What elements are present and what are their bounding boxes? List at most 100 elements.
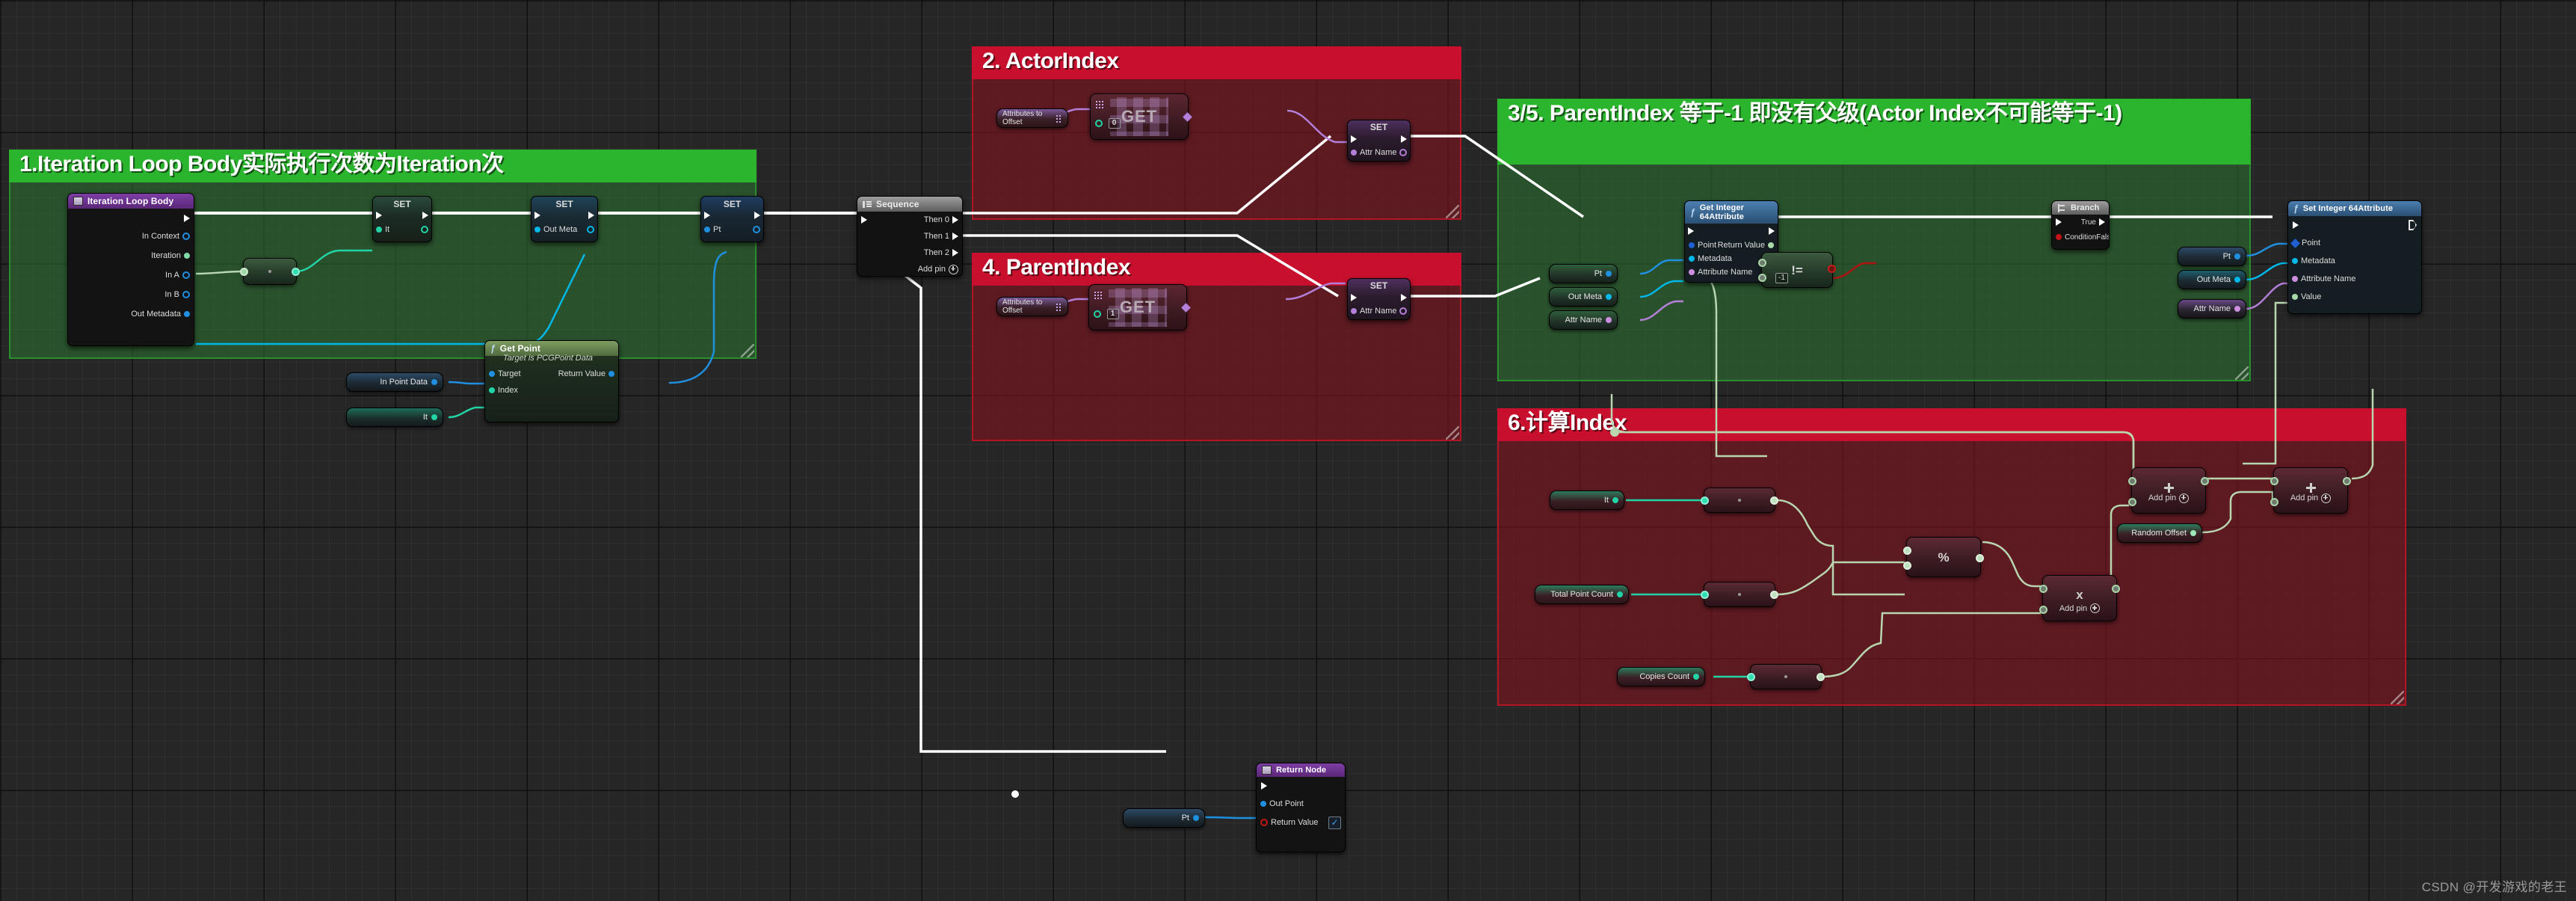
metadata-pin[interactable] bbox=[1689, 256, 1695, 262]
exec-out-pin[interactable] bbox=[1401, 135, 1407, 143]
node-set-pt[interactable]: SET Pt bbox=[700, 196, 764, 242]
then0-pin[interactable] bbox=[952, 216, 958, 224]
var-total-point-count[interactable]: Total Point Count bbox=[1535, 585, 1629, 604]
add-pin-icon[interactable] bbox=[949, 264, 958, 274]
node-iteration-loop-body[interactable]: Iteration Loop Body In Context Iteration… bbox=[67, 193, 194, 346]
output-pin[interactable] bbox=[1693, 674, 1699, 680]
array-pin-icon[interactable] bbox=[1056, 302, 1062, 311]
var-in-point-data[interactable]: In Point Data bbox=[346, 372, 443, 392]
node-set-attr-name-parentindex[interactable]: SET Attr Name bbox=[1347, 278, 1411, 320]
node-multiply-x[interactable]: x Add pin bbox=[2039, 575, 2120, 621]
exec-out-pin[interactable] bbox=[1769, 227, 1775, 235]
output-pin[interactable] bbox=[1606, 294, 1612, 300]
out-meta-out-pin[interactable] bbox=[587, 226, 594, 233]
output-pin[interactable] bbox=[431, 414, 437, 420]
array-pin-icon[interactable] bbox=[1056, 114, 1062, 123]
exec-out-pin[interactable] bbox=[2409, 220, 2417, 230]
attr-name-in-pin[interactable] bbox=[1351, 150, 1357, 156]
out-point-pin[interactable] bbox=[1260, 801, 1266, 807]
exec-in-pin[interactable] bbox=[534, 212, 540, 219]
output-pin[interactable] bbox=[1617, 591, 1623, 597]
out-metadata-pin[interactable] bbox=[184, 311, 190, 317]
in-context-pin[interactable] bbox=[182, 233, 190, 240]
var-pt-get-int64[interactable]: Pt bbox=[1549, 264, 1618, 283]
attribute-name-pin[interactable] bbox=[1689, 269, 1695, 275]
node-set-out-meta[interactable]: SET Out Meta bbox=[531, 196, 598, 242]
array-in-pin-icon[interactable] bbox=[1094, 291, 1102, 299]
exec-out-pin[interactable] bbox=[184, 215, 190, 222]
output-pin[interactable] bbox=[2201, 477, 2209, 485]
exec-in-pin[interactable] bbox=[2293, 221, 2299, 229]
resize-grip-icon[interactable] bbox=[1446, 205, 1459, 218]
true-exec-pin[interactable] bbox=[2099, 218, 2105, 226]
return-value-pin[interactable] bbox=[1768, 242, 1774, 248]
var-copies-count[interactable]: Copies Count bbox=[1617, 667, 1705, 686]
blueprint-graph-canvas[interactable]: 1.Iteration Loop Body实际执行次数为Iteration次 2… bbox=[0, 0, 2576, 901]
output-pin[interactable] bbox=[431, 379, 437, 385]
node-add-1[interactable]: Add pin bbox=[2128, 467, 2209, 514]
exec-out-pin[interactable] bbox=[588, 212, 594, 219]
node-copies-count-multiply[interactable] bbox=[1747, 664, 1825, 689]
var-out-meta-set-int64[interactable]: Out Meta bbox=[2178, 270, 2246, 289]
output-pin[interactable] bbox=[1817, 673, 1825, 681]
input-pin-b[interactable] bbox=[1903, 562, 1911, 570]
var-attr-name-set-int64[interactable]: Attr Name bbox=[2178, 299, 2246, 319]
node-return[interactable]: Return Node Out Point Return Value ✓ bbox=[1256, 763, 1346, 852]
input-pin[interactable] bbox=[1747, 673, 1755, 681]
var-pt-return[interactable]: Pt bbox=[1123, 808, 1205, 828]
node-set-attr-name-actorindex[interactable]: SET Attr Name bbox=[1347, 120, 1411, 162]
resize-grip-icon[interactable] bbox=[1446, 426, 1459, 440]
exec-in-pin[interactable] bbox=[1261, 782, 1267, 790]
node-get-array-element-actorindex[interactable]: 0 GET bbox=[1090, 93, 1192, 140]
output-pin[interactable] bbox=[2112, 585, 2120, 593]
exec-out-pin[interactable] bbox=[422, 212, 428, 219]
input-pin[interactable] bbox=[1701, 591, 1709, 599]
point-pin[interactable] bbox=[2290, 238, 2300, 248]
array-in-pin-icon[interactable] bbox=[1095, 100, 1103, 108]
var-it-calc-index[interactable]: It bbox=[1550, 491, 1624, 510]
node-iteration-multiply[interactable] bbox=[240, 258, 300, 285]
input-pin-a[interactable] bbox=[2039, 585, 2047, 593]
exec-out-pin[interactable] bbox=[754, 212, 760, 219]
output-pin[interactable] bbox=[1606, 317, 1612, 323]
node-total-point-count-multiply[interactable] bbox=[1701, 582, 1778, 607]
output-pin[interactable] bbox=[2234, 277, 2240, 283]
pt-out-pin[interactable] bbox=[753, 226, 760, 233]
node-sequence[interactable]: Sequence Then 0 Then 1 Then 2 Add pin bbox=[857, 196, 963, 277]
metadata-pin[interactable] bbox=[2292, 258, 2298, 264]
return-value-pin[interactable] bbox=[608, 371, 614, 377]
output-pin[interactable] bbox=[1770, 591, 1778, 599]
attr-name-out-pin[interactable] bbox=[1399, 149, 1407, 156]
index-pin[interactable] bbox=[489, 387, 495, 393]
return-value-checkbox[interactable]: ✓ bbox=[1328, 816, 1341, 829]
point-pin[interactable] bbox=[1689, 242, 1695, 248]
node-modulo[interactable]: % bbox=[1903, 537, 1984, 577]
return-value-pin[interactable] bbox=[1260, 819, 1268, 826]
var-attributes-to-offset-parentindex[interactable]: Attributes to Offset bbox=[996, 297, 1068, 316]
exec-in-pin[interactable] bbox=[376, 212, 382, 219]
add-pin-row[interactable]: Add pin bbox=[2148, 493, 2190, 503]
var-pt-set-int64[interactable]: Pt bbox=[2178, 247, 2246, 266]
index-literal[interactable]: 0 bbox=[1109, 118, 1121, 129]
target-pin[interactable] bbox=[489, 371, 495, 377]
attr-name-out-pin[interactable] bbox=[1399, 307, 1407, 315]
attr-name-in-pin[interactable] bbox=[1351, 308, 1357, 314]
input-pin-a[interactable] bbox=[2270, 477, 2278, 485]
var-attributes-to-offset-actorindex[interactable]: Attributes to Offset bbox=[996, 108, 1068, 128]
output-pin[interactable] bbox=[2234, 253, 2240, 259]
resize-grip-icon[interactable] bbox=[741, 344, 754, 357]
condition-pin[interactable] bbox=[2056, 234, 2062, 240]
then1-pin[interactable] bbox=[952, 233, 958, 240]
output-pin[interactable] bbox=[1828, 265, 1836, 273]
compare-literal[interactable]: -1 bbox=[1775, 273, 1788, 283]
exec-out-pin[interactable] bbox=[1401, 294, 1407, 301]
it-in-pin[interactable] bbox=[376, 227, 382, 233]
input-pin-b[interactable] bbox=[2270, 498, 2278, 506]
output-pin[interactable] bbox=[1612, 497, 1618, 503]
pt-in-pin[interactable] bbox=[704, 227, 710, 233]
var-attr-name-get-int64[interactable]: Attr Name bbox=[1549, 310, 1618, 330]
resize-grip-icon[interactable] bbox=[2391, 691, 2404, 704]
pin-row-add-pin[interactable]: Add pin bbox=[857, 261, 962, 276]
in-a-pin[interactable] bbox=[182, 271, 190, 279]
iteration-pin[interactable] bbox=[184, 253, 190, 259]
